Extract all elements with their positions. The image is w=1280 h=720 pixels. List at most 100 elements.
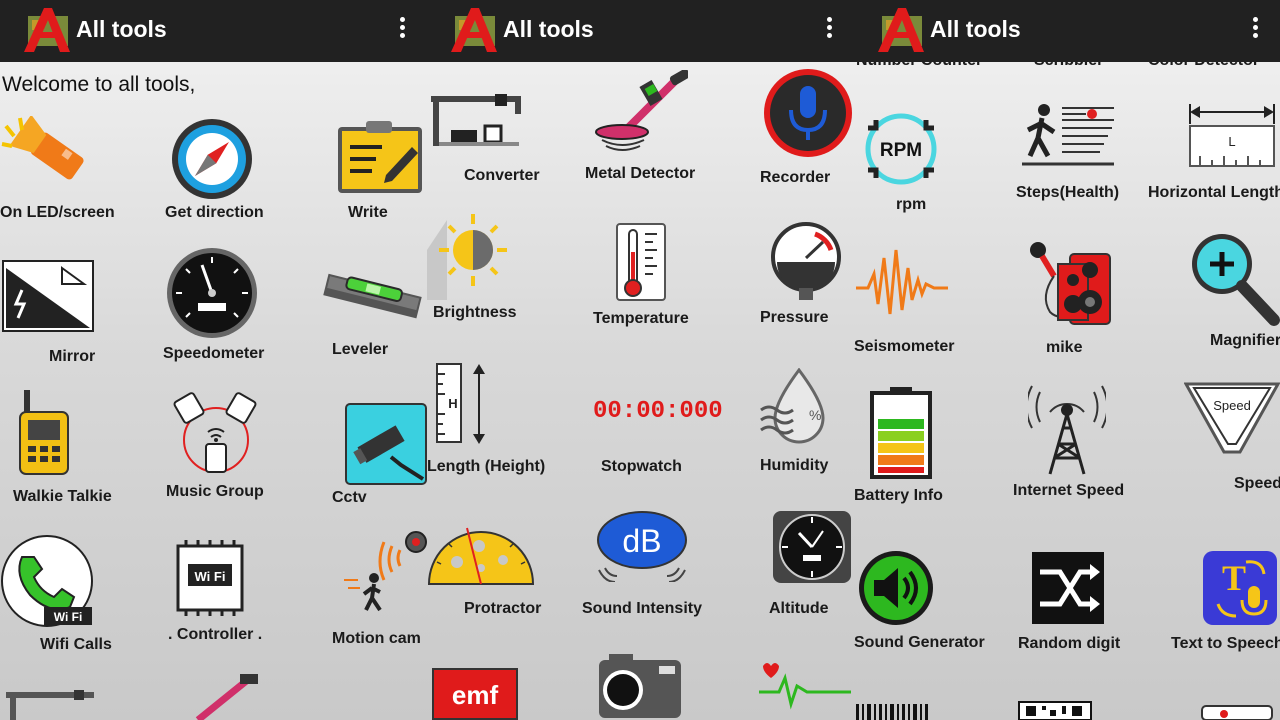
tool-motion-cam[interactable]: Motion cam (330, 530, 427, 650)
tool-label: Text to Speech (1171, 635, 1280, 652)
wifi-call-icon: Wi Fi (1, 535, 93, 627)
tool-label: Music Group (166, 483, 264, 500)
app-bar: All tools (0, 0, 427, 62)
speedometer-icon (167, 248, 257, 338)
cctv-camera-icon (345, 403, 427, 485)
app-title: All tools (503, 16, 594, 42)
panel-3: All tools Number Counter Scribbler Color… (854, 0, 1280, 720)
app-logo-icon (878, 8, 924, 52)
mic-speaker-icon (1030, 242, 1111, 325)
tool-label: Metal Detector (585, 165, 696, 182)
tool-label: Stopwatch (601, 458, 682, 475)
svg-text:T: T (1222, 558, 1246, 598)
tool-speedometer[interactable]: Speedometer (160, 245, 270, 365)
cell-tower-icon (1028, 385, 1106, 475)
tool-altitude[interactable]: Altitude (747, 505, 854, 625)
tool-steps[interactable]: Steps(Health) (1012, 96, 1142, 206)
clipboard-write-icon (338, 121, 422, 193)
tool-sound-intensity[interactable]: dB Sound Intensity (577, 508, 707, 628)
tool-label: . Controller . (168, 626, 263, 643)
tool-label: Mirror (49, 348, 96, 365)
tool-horizontal-length[interactable]: L Horizontal Length (1144, 96, 1280, 206)
tool-brightness[interactable]: Brightness (427, 210, 557, 325)
tool-label: Wifi Calls (40, 636, 112, 653)
tool-direction[interactable]: Get direction (160, 115, 270, 225)
protractor-icon (427, 527, 535, 585)
seismograph-icon (856, 249, 948, 315)
tool-label: mike (1046, 339, 1083, 356)
walkie-talkie-icon (19, 390, 69, 475)
tool-led[interactable]: On LED/screen (0, 112, 130, 227)
tool-battery-info[interactable]: Battery Info (854, 385, 984, 510)
flashlight-icon (1, 116, 84, 180)
tool-cctv[interactable]: Cctv (330, 400, 427, 510)
tool-sound-generator[interactable]: Sound Generator (854, 548, 994, 658)
tool-text-to-speech[interactable]: T Text to Speech (1170, 548, 1280, 658)
tool-label: Internet Speed (1013, 482, 1125, 499)
tool-label: Get direction (165, 204, 264, 221)
length-letter: H (448, 396, 457, 411)
overflow-menu-icon[interactable] (824, 17, 834, 43)
tool-label: Battery Info (854, 487, 943, 504)
tool-protractor[interactable]: Protractor (427, 520, 557, 630)
ruler-letter: L (1228, 134, 1235, 149)
welcome-text: Welcome to all tools, (2, 73, 196, 96)
spirit-level-icon (323, 273, 422, 319)
rpm-text: RPM (880, 140, 922, 161)
tool-metal-detector[interactable]: Metal Detector (577, 70, 707, 185)
tool-magnifier[interactable]: Magnifier (1174, 232, 1280, 352)
tool-seismometer[interactable]: Seismometer (854, 244, 984, 359)
tool-leveler[interactable]: Leveler (320, 265, 427, 365)
battery-icon (870, 387, 932, 479)
camera-icon (599, 654, 681, 718)
barcode-icon (856, 704, 928, 720)
emf-meter-icon: emf (432, 668, 518, 720)
mirror-icon (2, 260, 94, 332)
humidity-symbol: % (809, 407, 821, 423)
tool-internet-speed[interactable]: Internet Speed (1012, 378, 1142, 503)
tool-speed[interactable]: Speed Speed (1174, 380, 1280, 500)
tool-length-height[interactable]: H Length (Height) (427, 362, 567, 482)
tool-label: Cctv (332, 489, 367, 506)
app-logo-icon (451, 8, 497, 52)
overflow-menu-icon[interactable] (397, 17, 407, 43)
app-title: All tools (76, 16, 167, 42)
wifi-call-text: Wi Fi (54, 610, 83, 624)
microphone-record-icon (764, 69, 852, 157)
music-share-icon (173, 392, 257, 473)
tool-music-group[interactable]: Music Group (160, 392, 270, 507)
altimeter-icon (773, 511, 851, 583)
tool-label: Walkie Talkie (13, 488, 112, 505)
tool-write[interactable]: Write (330, 115, 427, 225)
tool-controller[interactable]: Wi Fi . Controller . (160, 538, 270, 653)
height-ruler-icon: H (436, 363, 485, 444)
converter-icon (6, 690, 94, 720)
speaker-sound-icon (859, 551, 933, 625)
tool-recorder[interactable]: Recorder (747, 66, 854, 190)
heart-rate-icon (759, 663, 851, 710)
tool-stopwatch[interactable]: 00:00:000 Stopwatch (577, 380, 723, 480)
tool-mike[interactable]: mike (1012, 240, 1142, 360)
tool-humidity[interactable]: % Humidity (747, 368, 854, 480)
tool-label: On LED/screen (0, 204, 115, 221)
tool-mirror[interactable]: Mirror (0, 258, 130, 368)
tool-walkie-talkie[interactable]: Walkie Talkie (0, 388, 130, 508)
sun-brightness-icon (427, 214, 507, 300)
wifi-chip-text: Wi Fi (195, 569, 226, 584)
tool-rpm[interactable]: RPM rpm (854, 110, 984, 220)
walking-person-icon (1022, 104, 1114, 166)
tool-temperature[interactable]: Temperature (577, 222, 707, 332)
tool-wifi-calls[interactable]: Wi Fi Wifi Calls (0, 535, 130, 655)
app-title: All tools (930, 16, 1021, 42)
magnifier-icon (1192, 234, 1280, 326)
tool-label: Magnifier (1210, 332, 1280, 349)
tool-label: Steps(Health) (1016, 184, 1120, 201)
tool-converter[interactable]: Converter (427, 88, 557, 188)
speed-text: Speed (1213, 398, 1251, 413)
tool-pressure[interactable]: Pressure (747, 220, 854, 332)
tool-label: Speed (1234, 475, 1280, 492)
app-logo-icon (24, 8, 70, 52)
tool-random-digit[interactable]: Random digit (1012, 548, 1142, 658)
overflow-menu-icon[interactable] (1250, 17, 1260, 43)
tool-label: Length (Height) (427, 458, 546, 475)
